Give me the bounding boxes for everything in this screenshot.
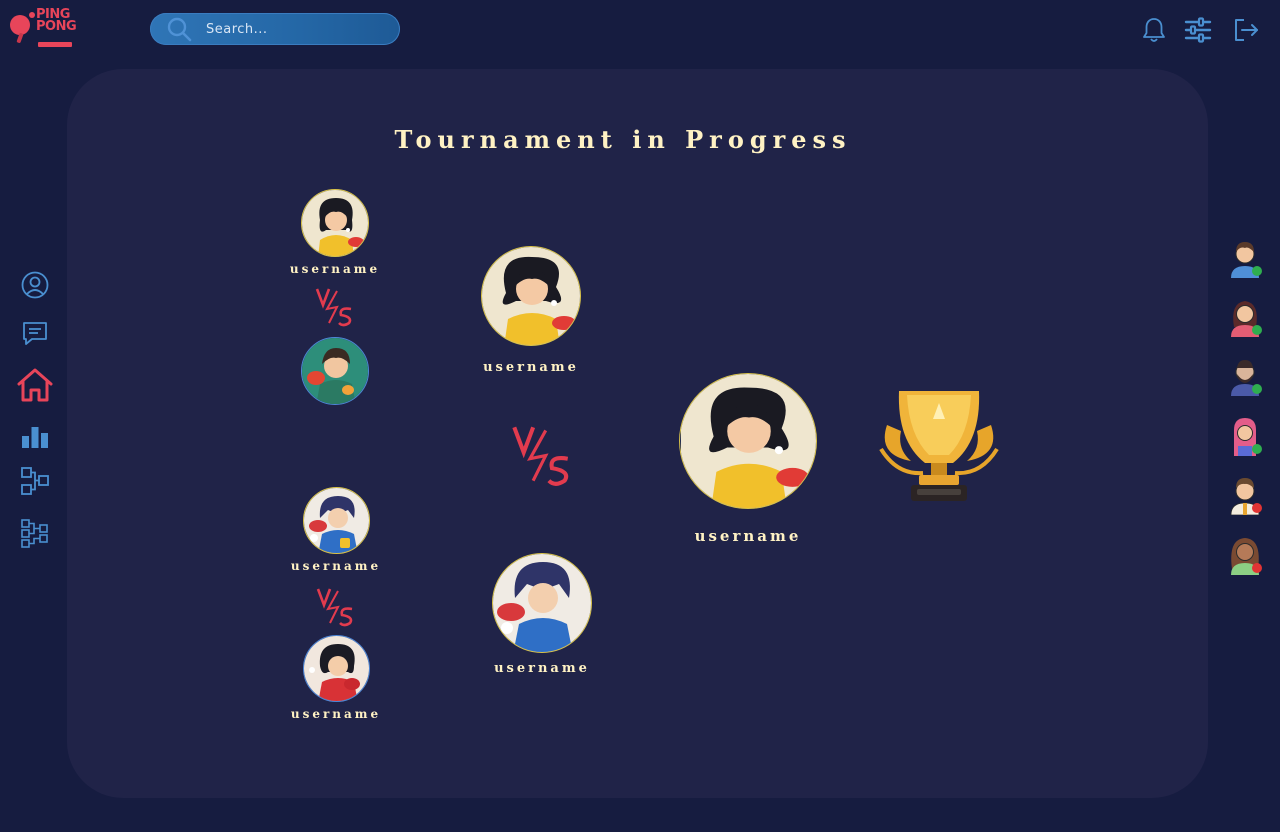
round2-player-2[interactable]: username — [482, 553, 602, 676]
leaderboard-icon[interactable] — [20, 422, 50, 452]
round1-player-4[interactable]: username — [286, 635, 386, 721]
player-girl-avatar — [482, 247, 580, 345]
offline-status-dot — [1252, 503, 1262, 513]
search-bar[interactable] — [150, 13, 400, 45]
tournament-panel: Tournament in Progress username username… — [67, 69, 1208, 798]
offline-status-dot — [1252, 563, 1262, 573]
friend-avatar[interactable] — [1226, 238, 1264, 278]
round1-player-3[interactable]: username — [286, 487, 386, 573]
final-player[interactable]: username — [673, 373, 823, 545]
player-girl-avatar — [302, 190, 368, 256]
round1-player-2[interactable] — [285, 337, 385, 405]
page-title: Tournament in Progress — [394, 125, 852, 154]
logo-text: PING PONG — [36, 8, 77, 34]
tournament-icon[interactable] — [20, 466, 50, 496]
player-girl-avatar — [681, 374, 816, 508]
home-icon[interactable] — [16, 366, 54, 404]
avatar — [302, 487, 370, 554]
bracket-icon[interactable] — [20, 518, 50, 548]
player-boy-avatar — [303, 488, 369, 553]
username: username — [289, 262, 381, 276]
friend-avatar[interactable] — [1226, 475, 1264, 516]
round1-player-1[interactable]: username — [285, 189, 385, 276]
username: username — [494, 661, 590, 676]
online-status-dot — [1252, 266, 1262, 276]
avatar — [301, 337, 369, 405]
username: username — [483, 360, 579, 375]
username: username — [290, 707, 382, 721]
avatar — [679, 373, 817, 509]
avatar — [481, 246, 581, 346]
app-logo[interactable]: PING PONG — [8, 8, 77, 49]
friend-avatar[interactable] — [1226, 297, 1264, 337]
round2-player-1[interactable]: username — [471, 246, 591, 375]
player-girl-avatar — [303, 636, 369, 701]
username: username — [694, 527, 802, 545]
logo-line-2: PONG — [36, 19, 77, 34]
online-status-dot — [1252, 384, 1262, 394]
avatar — [302, 635, 370, 702]
top-bar: PING PONG — [0, 0, 1280, 60]
online-status-dot — [1252, 325, 1262, 335]
player-boy-avatar — [302, 338, 368, 404]
chat-icon[interactable] — [20, 318, 50, 348]
trophy-icon — [879, 391, 999, 501]
username: username — [290, 559, 382, 573]
friend-avatar[interactable] — [1226, 356, 1264, 396]
friend-avatar[interactable] — [1226, 416, 1264, 456]
player-boy-avatar — [493, 554, 591, 652]
versus-icon — [512, 426, 569, 486]
search-icon — [167, 17, 192, 42]
versus-icon — [315, 288, 352, 327]
versus-icon — [316, 588, 353, 627]
profile-icon[interactable] — [20, 270, 50, 300]
avatar — [492, 553, 592, 653]
logout-icon[interactable] — [1232, 16, 1260, 44]
sliders-icon[interactable] — [1184, 16, 1212, 44]
paddle-logo-icon — [10, 12, 35, 43]
search-input[interactable] — [206, 19, 386, 39]
bell-icon[interactable] — [1140, 16, 1168, 44]
avatar — [301, 189, 369, 257]
logo-underline — [38, 42, 72, 47]
friend-avatar[interactable] — [1226, 535, 1264, 575]
online-status-dot — [1252, 444, 1262, 454]
